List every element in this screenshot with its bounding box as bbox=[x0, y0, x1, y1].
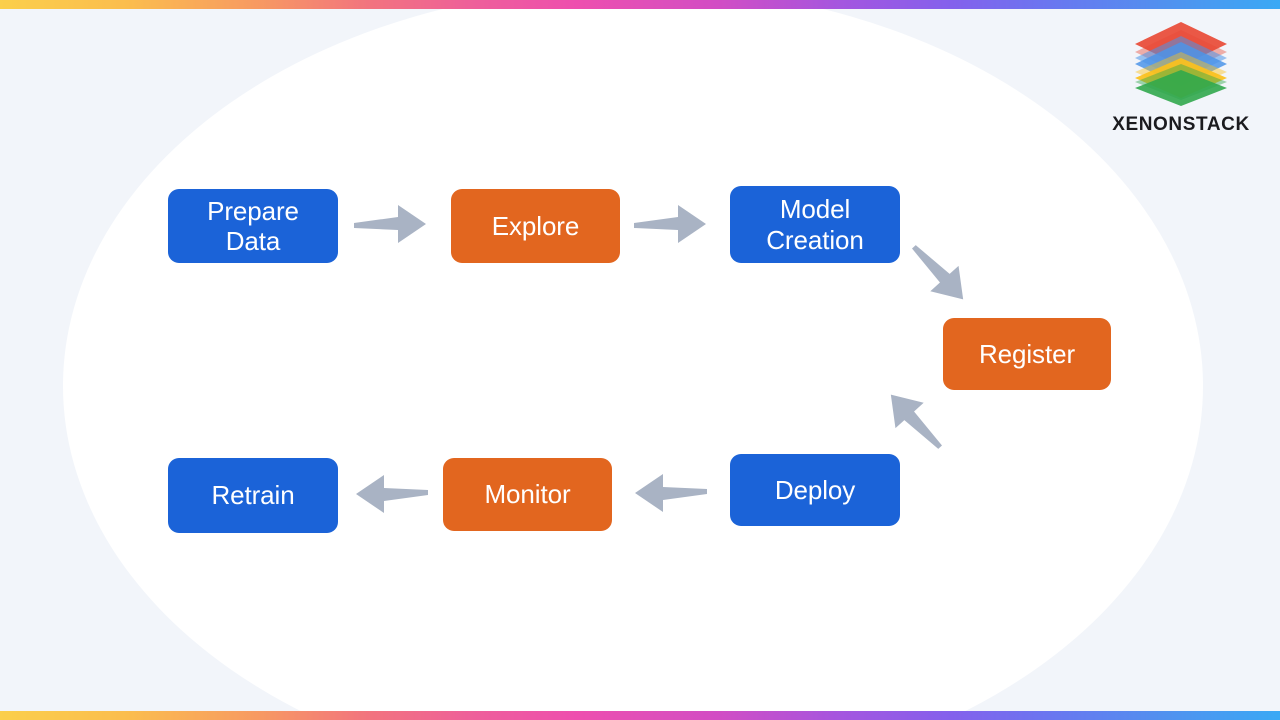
flow-node-register[interactable]: Register bbox=[943, 318, 1111, 390]
top-gradient-bar bbox=[0, 0, 1280, 9]
arrow-register-to-deploy bbox=[876, 388, 954, 452]
stacked-layers-logo-icon bbox=[1135, 22, 1227, 106]
flow-node-label: Explore bbox=[491, 210, 580, 241]
flow-node-label: Retrain bbox=[211, 480, 295, 511]
arrow-prepare-data-to-explore bbox=[354, 203, 428, 247]
arrow-explore-to-model-creation bbox=[634, 203, 708, 247]
arrow-monitor-to-retrain bbox=[354, 471, 428, 515]
flow-node-monitor[interactable]: Monitor bbox=[443, 458, 612, 531]
flow-node-model-creation[interactable]: Model Creation bbox=[730, 186, 900, 263]
flow-node-explore[interactable]: Explore bbox=[451, 189, 620, 263]
flow-node-retrain[interactable]: Retrain bbox=[168, 458, 338, 533]
slide-canvas: XENONSTACK Prepare Data Explore Model Cr… bbox=[0, 0, 1280, 720]
arrow-model-creation-to-register bbox=[902, 243, 976, 305]
brand-logo: XENONSTACK bbox=[1106, 18, 1256, 136]
flow-node-label: Register bbox=[978, 338, 1075, 369]
flow-node-label: Model Creation bbox=[766, 194, 864, 255]
arrow-deploy-to-monitor bbox=[633, 470, 707, 514]
brand-name: XENONSTACK bbox=[1112, 114, 1250, 135]
flow-node-deploy[interactable]: Deploy bbox=[730, 454, 900, 526]
flow-node-label: Deploy bbox=[774, 474, 856, 505]
flow-node-label: Prepare Data bbox=[207, 195, 299, 256]
bottom-gradient-bar bbox=[0, 711, 1280, 720]
flow-node-prepare-data[interactable]: Prepare Data bbox=[168, 189, 338, 263]
flow-node-label: Monitor bbox=[484, 479, 571, 510]
